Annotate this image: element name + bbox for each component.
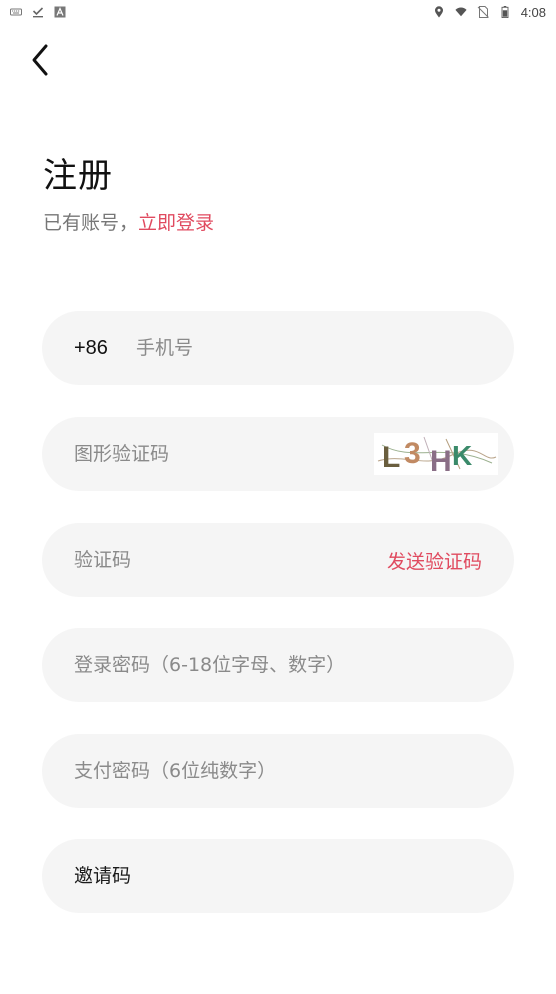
pay-password-field [42,734,514,808]
login-prompt: 已有账号，立即登录 [43,208,214,235]
status-right: 4:08 [433,5,546,20]
chevron-left-icon [32,44,48,76]
sms-code-field: 发送验证码 [42,523,514,597]
keyboard-icon [10,8,22,16]
svg-text:3: 3 [404,437,421,470]
status-time: 4:08 [520,4,546,20]
back-button[interactable] [22,40,58,80]
invite-code-field [42,839,514,913]
svg-text:K: K [452,440,472,471]
no-sim-icon [477,6,489,18]
captcha-image[interactable]: L 3 H K [374,433,498,478]
login-password-field [42,628,514,702]
captcha-field: L 3 H K [42,417,514,491]
a-icon [54,6,66,18]
send-code-button[interactable]: 发送验证码 [387,547,482,574]
login-prompt-text: 已有账号， [43,212,139,234]
captcha-graphic: L 3 H K [374,433,498,478]
status-bar: 4:08 [0,0,556,24]
page-title: 注册 [43,156,113,196]
svg-text:L: L [382,441,400,474]
login-link[interactable]: 立即登录 [138,212,214,234]
sms-code-input[interactable] [74,549,387,571]
download-done-icon [32,7,44,18]
country-code[interactable]: +86 [74,337,108,360]
battery-icon [501,6,509,18]
pay-password-input[interactable] [74,760,482,782]
login-password-input[interactable] [74,654,482,676]
wifi-icon [455,7,467,17]
register-page: 4:08 注册 已有账号，立即登录 +86 L 3 H K [0,0,556,994]
invite-code-input[interactable] [74,865,482,887]
svg-text:H: H [430,445,452,475]
phone-field: +86 [42,311,514,385]
phone-input[interactable] [135,337,482,359]
location-icon [434,6,443,18]
status-left [10,6,66,18]
